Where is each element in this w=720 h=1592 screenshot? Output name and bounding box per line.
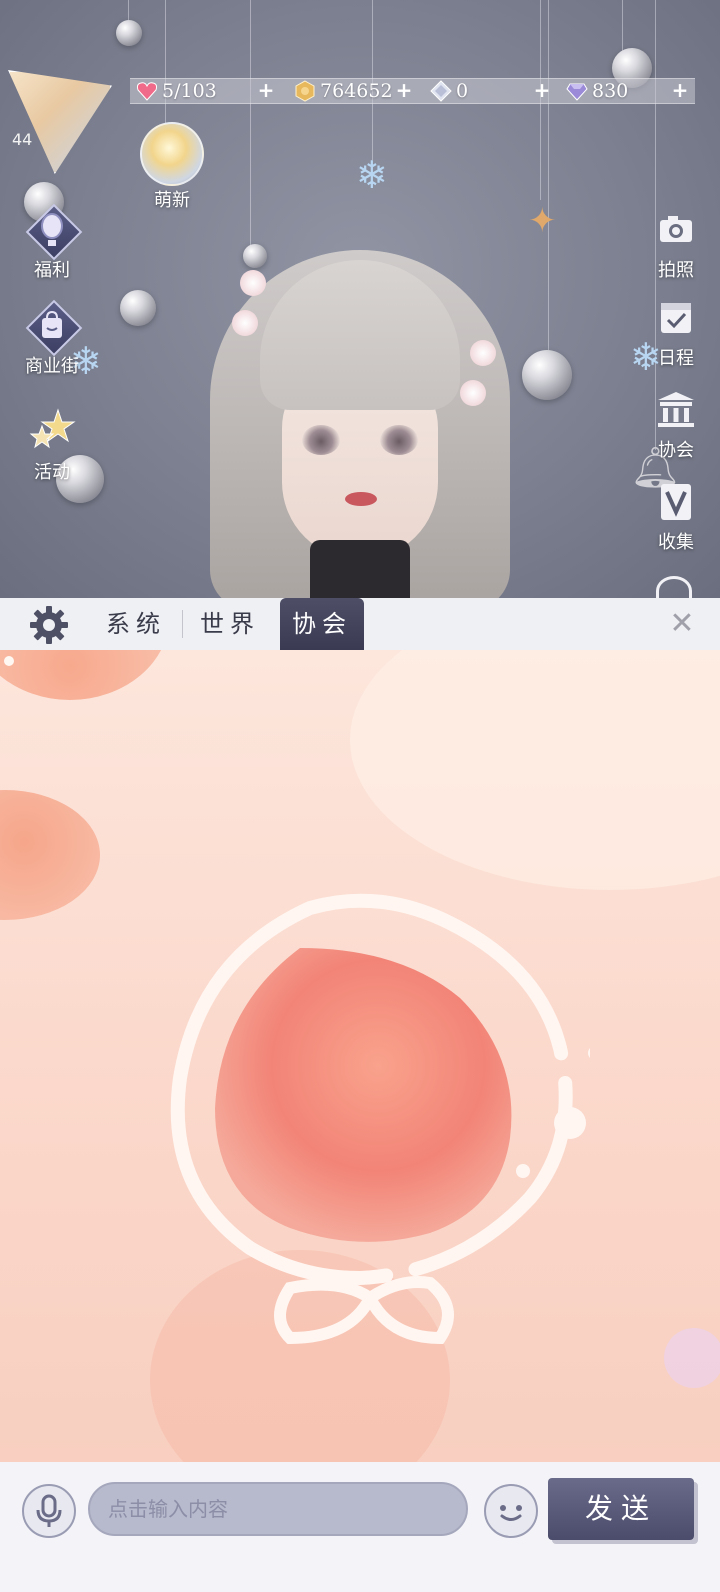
lilac-dot — [664, 1328, 720, 1388]
character-eye — [380, 425, 418, 455]
voice-input-button[interactable] — [22, 1484, 76, 1538]
hair-flower — [460, 380, 486, 406]
photo-label: 拍照 — [658, 260, 694, 281]
tab-world[interactable]: 世界 — [190, 598, 270, 650]
newbie-button[interactable]: 萌新 — [132, 122, 212, 212]
add-diamond-button[interactable]: + — [670, 80, 690, 100]
add-stamina-button[interactable]: + — [256, 80, 276, 100]
close-icon[interactable]: ✕ — [666, 608, 698, 640]
photo-button[interactable]: 拍照 — [636, 206, 716, 282]
hair-flower — [470, 340, 496, 366]
lamp-icon — [140, 122, 204, 186]
hanging-string — [165, 0, 166, 130]
camera-icon — [652, 206, 700, 254]
collection-button[interactable]: 收集 — [636, 478, 716, 554]
add-gold-button[interactable]: + — [394, 80, 414, 100]
resource-stamina: 5/103 — [136, 79, 217, 103]
pearl-ornament — [116, 20, 142, 46]
star-ornament: ✦ — [528, 201, 557, 241]
tab-system[interactable]: 系统 — [96, 598, 176, 650]
send-button[interactable]: 发送 — [548, 1478, 694, 1540]
building-icon — [652, 386, 700, 434]
peach-blob — [0, 790, 100, 920]
shop-street-label: 商业街 — [25, 356, 79, 377]
heart-gem-icon — [136, 82, 158, 101]
collection-label: 收集 — [658, 532, 694, 553]
schedule-button[interactable]: 日程 — [636, 294, 716, 370]
v-badge-icon — [652, 478, 700, 526]
pearl-ornament — [120, 290, 156, 326]
chat-message-input[interactable] — [88, 1482, 468, 1536]
resource-diamond: 830 — [566, 79, 628, 103]
chat-input-bar: 发送 — [0, 1462, 720, 1592]
peach-blob — [0, 650, 170, 700]
more-menu-icon[interactable] — [656, 576, 692, 598]
resource-crystal: 0 — [430, 79, 468, 103]
chat-tab-bar: 系统 世界 协会 ✕ — [0, 598, 720, 651]
game-scene: ❄ ❄ ❄ ✦ 🔔︎ 44 5/103 + 764652 + 0 + 830 +… — [0, 0, 720, 598]
gold-value: 764652 — [320, 80, 393, 102]
diamond-value: 830 — [592, 80, 629, 102]
tab-association[interactable]: 协会 — [280, 598, 364, 650]
association-button[interactable]: 协会 — [636, 386, 716, 462]
stamina-value: 5/103 — [162, 80, 217, 102]
welfare-button[interactable]: 福利 — [12, 203, 92, 282]
resource-bar: 5/103 + 764652 + 0 + 830 + — [130, 78, 695, 104]
shop-street-button[interactable]: 商业街 — [12, 299, 92, 378]
stars-icon — [28, 408, 76, 456]
player-level: 44 — [12, 130, 33, 149]
tab-divider — [182, 610, 183, 638]
diamond-icon — [566, 83, 588, 101]
character-eye — [302, 425, 340, 455]
welfare-label: 福利 — [34, 260, 70, 281]
smiley-face-icon — [500, 1505, 522, 1521]
calendar-check-icon — [652, 294, 700, 342]
chat-message-area[interactable] — [0, 650, 720, 1462]
peach-illustration — [170, 893, 590, 1345]
sparkle-dot — [4, 656, 14, 666]
avatar-portrait — [8, 70, 112, 174]
crystal-icon — [430, 80, 452, 102]
hanging-string — [250, 0, 251, 250]
events-label: 活动 — [34, 462, 70, 483]
player-avatar[interactable]: 44 — [8, 70, 112, 174]
schedule-label: 日程 — [658, 348, 694, 369]
newbie-label: 萌新 — [154, 190, 190, 211]
hair-flower — [240, 270, 266, 296]
hot-air-balloon-icon — [25, 203, 83, 261]
shopping-bag-icon — [25, 299, 83, 357]
resource-gold: 764652 — [294, 79, 393, 103]
association-label: 协会 — [658, 440, 694, 461]
character-lips — [345, 492, 377, 506]
character-collar — [310, 540, 410, 598]
events-button[interactable]: 活动 — [12, 408, 92, 484]
snowflake-ornament: ❄ — [356, 153, 388, 197]
gear-icon[interactable] — [28, 604, 70, 646]
microphone-icon — [36, 1494, 62, 1527]
hanging-string — [548, 0, 549, 350]
player-character[interactable] — [190, 230, 530, 598]
add-crystal-button[interactable]: + — [532, 80, 552, 100]
emoji-button[interactable] — [484, 1484, 538, 1538]
hair-flower — [232, 310, 258, 336]
crystal-value: 0 — [456, 80, 469, 102]
gold-coin-icon — [295, 80, 315, 102]
cream-blob — [350, 650, 720, 890]
